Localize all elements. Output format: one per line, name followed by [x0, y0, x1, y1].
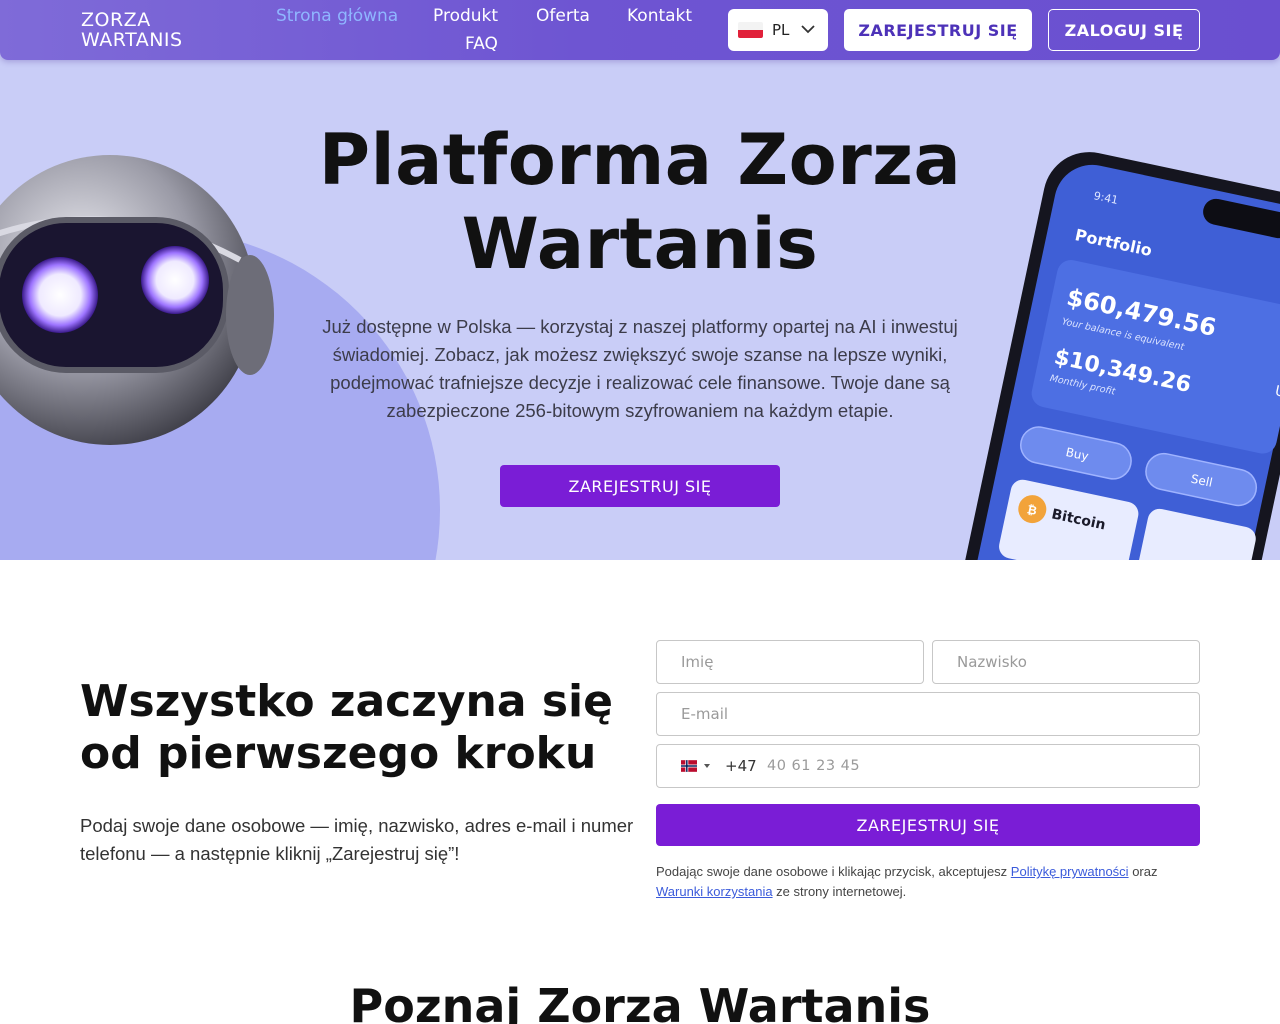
email-placeholder: E-mail: [681, 705, 729, 723]
consent-prefix: Podając swoje dane osobowe i klikając pr…: [656, 864, 1011, 879]
last-name-field[interactable]: Nazwisko: [932, 640, 1200, 684]
terms-link[interactable]: Warunki korzystania: [656, 884, 773, 899]
signup-description: Podaj swoje dane osobowe — imię, nazwisk…: [80, 815, 634, 864]
hero-subtitle: Już dostępne w Polska — korzystaj z nasz…: [322, 316, 958, 421]
site-logo[interactable]: ZORZA WARTANIS: [81, 10, 211, 50]
language-code: PL: [772, 21, 790, 39]
hero-register-button[interactable]: ZAREJESTRUJ SIĘ: [500, 465, 780, 507]
form-register-button[interactable]: ZAREJESTRUJ SIĘ: [656, 804, 1200, 846]
dial-code: +47: [725, 757, 757, 775]
country-dropdown-icon[interactable]: [704, 764, 710, 768]
hero-section: 9:41 Portfolio $60,479.56 Your balance i…: [0, 0, 1280, 560]
chevron-down-icon: [801, 25, 815, 34]
poland-flag-icon: [738, 22, 763, 38]
privacy-policy-link[interactable]: Politykę prywatności: [1011, 864, 1129, 879]
nav-link-product[interactable]: Produkt: [433, 6, 498, 26]
phone-placeholder: 40 61 23 45: [767, 758, 861, 774]
nav-link-faq[interactable]: FAQ: [465, 34, 498, 54]
logo-line-1: ZORZA: [81, 9, 151, 31]
language-selector[interactable]: PL: [728, 9, 828, 51]
header-login-button[interactable]: ZALOGUJ SIĘ: [1048, 9, 1200, 51]
hero-title: Platforma Zorza Wartanis: [318, 119, 962, 285]
logo-line-2: WARTANIS: [81, 29, 183, 51]
signup-title: Wszystko zaczyna się od pierwszego kroku: [80, 676, 613, 779]
header-register-button[interactable]: ZAREJESTRUJ SIĘ: [844, 9, 1032, 51]
last-name-placeholder: Nazwisko: [957, 653, 1027, 671]
consent-mid: oraz: [1128, 864, 1158, 879]
phone-field[interactable]: +47 40 61 23 45: [656, 744, 1200, 788]
top-navigation-bar: ZORZA WARTANIS Strona główna Produkt Ofe…: [0, 0, 1280, 60]
email-field[interactable]: E-mail: [656, 692, 1200, 736]
nav-link-contact[interactable]: Kontakt: [627, 6, 692, 26]
nav-link-home[interactable]: Strona główna: [276, 6, 398, 26]
nav-link-offer[interactable]: Oferta: [536, 6, 590, 26]
first-name-field[interactable]: Imię: [656, 640, 924, 684]
about-section-title: Poznaj Zorza Wartanis: [349, 979, 931, 1024]
first-name-placeholder: Imię: [681, 653, 714, 671]
norway-flag-icon[interactable]: [681, 760, 697, 772]
consent-suffix: ze strony internetowej.: [772, 884, 907, 899]
consent-text: Podając swoje dane osobowe i klikając pr…: [656, 862, 1200, 902]
robot-illustration: [0, 155, 274, 445]
